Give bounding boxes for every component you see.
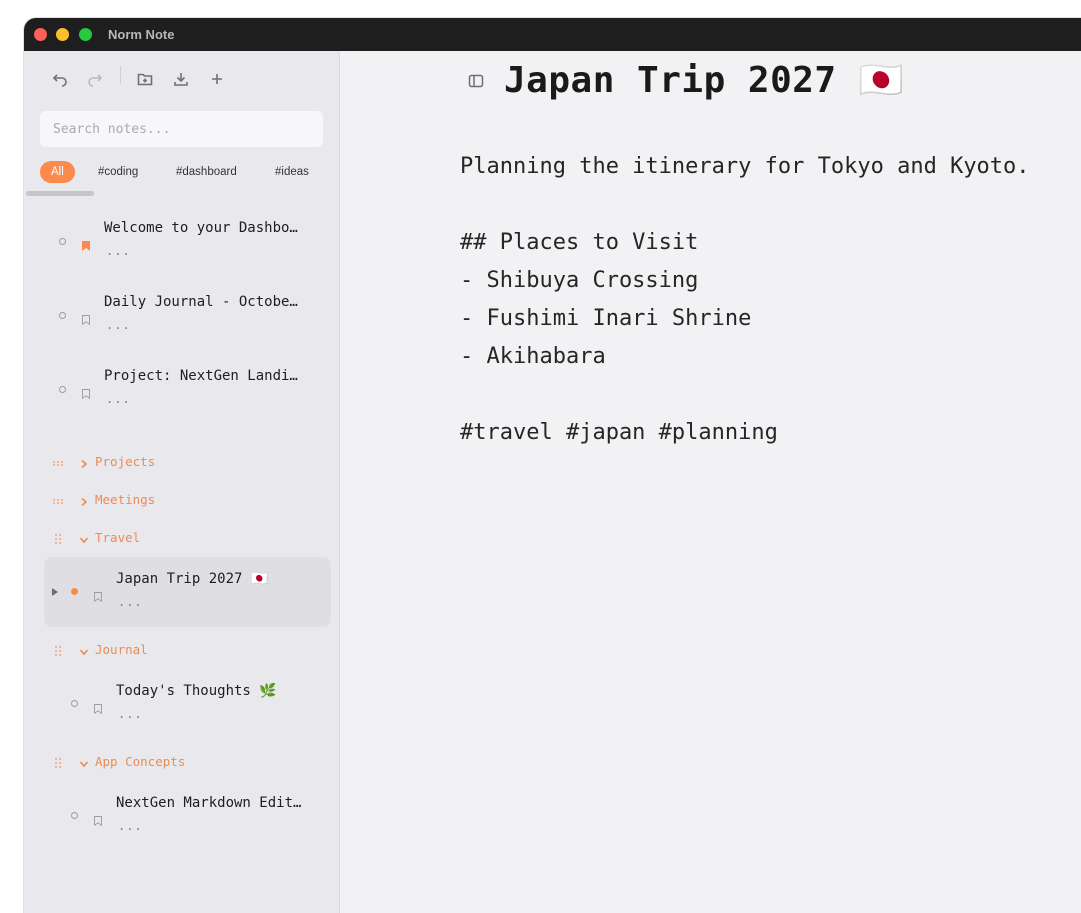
note-body-editor[interactable]: Planning the itinerary for Tokyo and Kyo… xyxy=(460,148,1081,452)
note-preview: ... xyxy=(118,595,143,609)
note-title: Today's Thoughts 🌿 xyxy=(116,683,277,699)
app-title: Norm Note xyxy=(108,27,175,42)
editor-pane[interactable]: Japan Trip 2027 🇯🇵 Planning the itinerar… xyxy=(340,51,1081,913)
search-input[interactable] xyxy=(40,111,323,147)
note-item-selected[interactable]: Japan Trip 2027 🇯🇵 ... xyxy=(44,557,331,627)
note-title: Daily Journal - Octobe… xyxy=(104,294,298,310)
drag-handle-icon[interactable] xyxy=(52,645,64,657)
tag-all[interactable]: All xyxy=(40,161,75,183)
note-item[interactable]: Today's Thoughts 🌿 ... xyxy=(44,669,330,739)
close-window-button[interactable] xyxy=(34,28,47,41)
chevron-right-icon[interactable] xyxy=(79,495,89,507)
folder-label: Travel xyxy=(95,530,141,545)
folder-label: Projects xyxy=(95,454,156,469)
note-preview: ... xyxy=(118,819,143,833)
tag-ideas[interactable]: #ideas xyxy=(264,161,320,183)
bookmark-icon[interactable] xyxy=(94,587,102,603)
bookmark-icon[interactable] xyxy=(94,811,102,827)
note-title: NextGen Markdown Edit… xyxy=(116,795,302,811)
note-title: Welcome to your Dashbo… xyxy=(104,220,298,236)
status-dot-icon xyxy=(59,312,66,319)
note-title: Japan Trip 2027 🇯🇵 xyxy=(116,571,269,587)
status-dot-icon xyxy=(71,588,78,595)
sidebar: All #coding #dashboard #ideas Welcome to… xyxy=(24,51,340,913)
note-title: Project: NextGen Landi… xyxy=(104,368,298,384)
bookmark-icon[interactable] xyxy=(82,384,90,400)
drag-handle-icon[interactable] xyxy=(52,533,64,545)
download-icon[interactable] xyxy=(173,71,193,91)
undo-icon[interactable] xyxy=(52,71,72,91)
note-title-heading[interactable]: Japan Trip 2027 🇯🇵 xyxy=(504,59,904,101)
folder-label: Journal xyxy=(95,642,148,657)
status-dot-icon xyxy=(71,812,78,819)
folder-label: App Concepts xyxy=(95,754,186,769)
note-preview: ... xyxy=(106,318,131,332)
note-item[interactable]: Project: NextGen Landi… ... xyxy=(44,362,330,432)
status-dot-icon xyxy=(71,700,78,707)
bookmark-icon[interactable] xyxy=(82,310,90,326)
status-dot-icon xyxy=(59,386,66,393)
drag-handle-icon[interactable] xyxy=(52,457,64,469)
bookmark-filled-icon[interactable] xyxy=(82,236,90,251)
note-item[interactable]: Welcome to your Dashbo… ... xyxy=(44,214,330,284)
chevron-down-icon[interactable] xyxy=(79,533,89,544)
minimize-window-button[interactable] xyxy=(56,28,69,41)
drag-handle-icon[interactable] xyxy=(52,757,64,769)
chevron-right-icon[interactable] xyxy=(79,457,89,469)
toolbar-divider xyxy=(120,66,121,84)
bookmark-icon[interactable] xyxy=(94,699,102,715)
redo-icon[interactable] xyxy=(87,71,107,91)
chevron-down-icon[interactable] xyxy=(79,645,89,656)
sidebar-toggle-icon[interactable] xyxy=(468,73,484,89)
app-window: Norm Note All #coding #dashboard #ideas xyxy=(24,18,1081,913)
title-bar: Norm Note xyxy=(24,18,1081,51)
play-icon[interactable] xyxy=(52,588,58,596)
plus-icon[interactable] xyxy=(209,71,229,91)
note-item[interactable]: NextGen Markdown Edit… ... xyxy=(44,781,330,851)
tag-scrollbar[interactable] xyxy=(26,191,94,196)
folder-label: Meetings xyxy=(95,492,156,507)
folder-plus-icon[interactable] xyxy=(137,71,157,91)
tag-coding[interactable]: #coding xyxy=(87,161,149,183)
chevron-down-icon[interactable] xyxy=(79,757,89,768)
tag-dashboard[interactable]: #dashboard xyxy=(165,161,248,183)
status-dot-icon xyxy=(59,238,66,245)
note-preview: ... xyxy=(118,707,143,721)
maximize-window-button[interactable] xyxy=(79,28,92,41)
drag-handle-icon[interactable] xyxy=(52,495,64,507)
note-item[interactable]: Daily Journal - Octobe… ... xyxy=(44,288,330,358)
note-preview: ... xyxy=(106,244,131,258)
note-preview: ... xyxy=(106,392,131,406)
